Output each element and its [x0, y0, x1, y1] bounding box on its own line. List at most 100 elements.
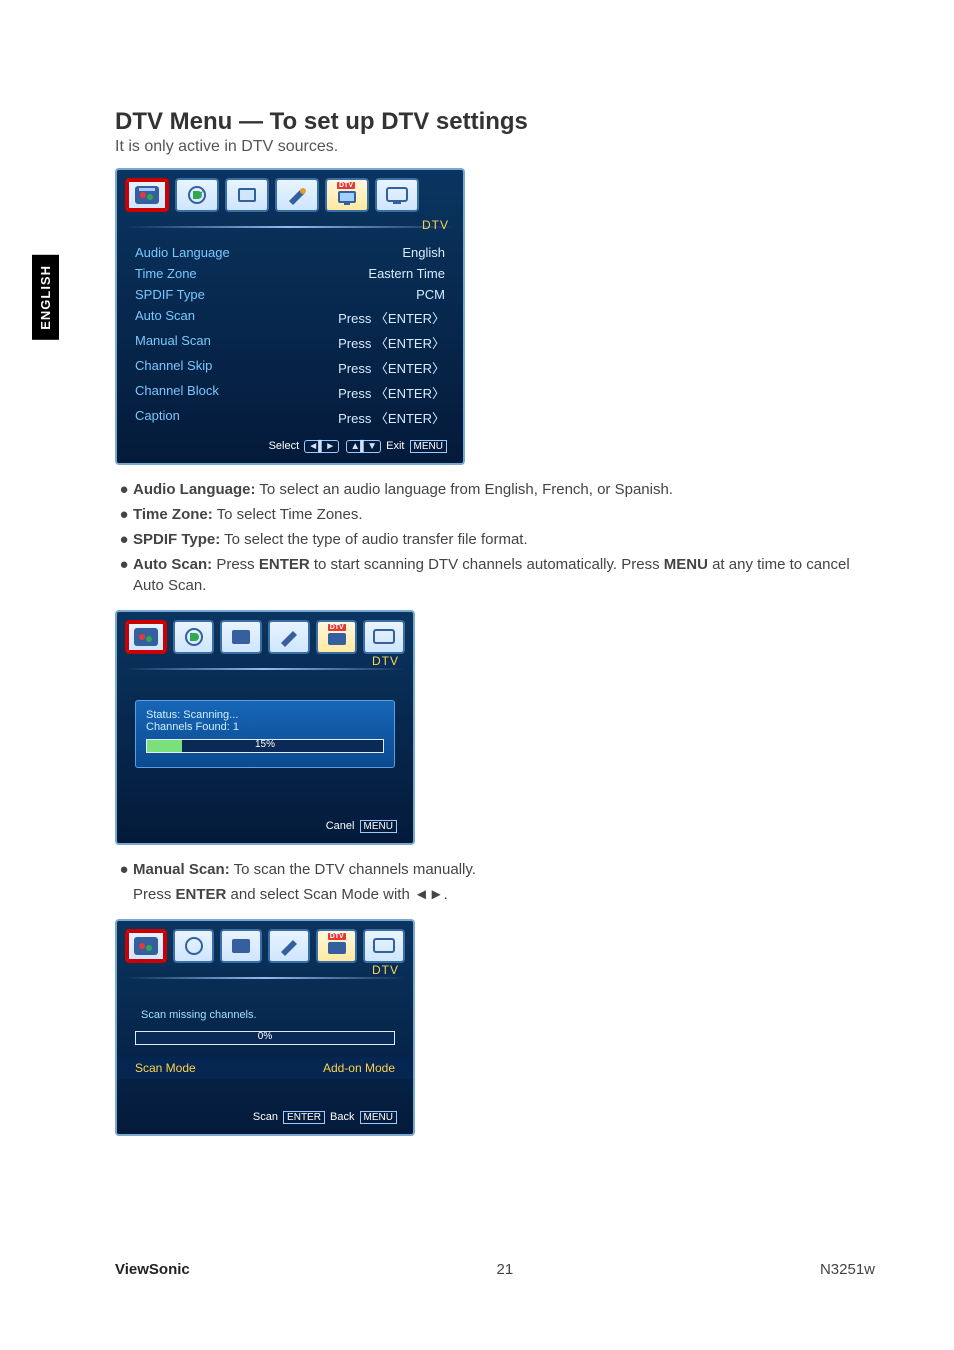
footer-enter-box: ENTER [283, 1111, 325, 1124]
osd-auto-scan: DTV DTV Status: Scanning... Channels Fou… [115, 610, 415, 845]
footer-page-number: 21 [497, 1261, 514, 1278]
dtv-badge: DTV [337, 182, 355, 189]
svg-text:♪: ♪ [200, 186, 204, 195]
osd-divider [117, 216, 463, 236]
bullet-manual-scan-line2: Press ENTER and select Scan Mode with ◄►… [133, 884, 875, 905]
footer-cancel-label: Canel [326, 820, 355, 832]
tab-picture[interactable] [125, 178, 169, 212]
row-caption[interactable]: Caption Press 〈ENTER〉 [135, 405, 445, 430]
tab-audio[interactable] [173, 620, 215, 654]
scan-progress: 15% [146, 739, 384, 753]
osd-dtv-menu: ♪ DTV DTV Audio LanguageEnglish Time Zon… [115, 168, 465, 465]
progress-percent: 15% [255, 739, 275, 750]
label: Auto Scan [135, 308, 195, 327]
label: Caption [135, 408, 180, 427]
osd-tabbar: ♪ DTV [117, 170, 463, 216]
label: Channel Skip [135, 358, 212, 377]
footer-exit-label: Exit [386, 440, 404, 452]
tab-pc[interactable] [363, 929, 405, 963]
value: Press 〈ENTER〉 [338, 308, 445, 327]
tab-dtv[interactable]: DTV [316, 620, 358, 654]
osd-footer: Canel MENU [117, 816, 413, 837]
scan-mode-value: Add-on Mode [323, 1061, 413, 1075]
auto-scan-area: Status: Scanning... Channels Found: 1 15… [117, 678, 413, 776]
osd-divider [117, 967, 413, 987]
tab-screen[interactable] [220, 929, 262, 963]
dtv-badge: DTV [328, 624, 346, 631]
tab-pc[interactable] [375, 178, 419, 212]
row-spdif-type[interactable]: SPDIF TypePCM [135, 284, 445, 305]
page-title: DTV Menu — To set up DTV settings [115, 108, 875, 136]
value: Press 〈ENTER〉 [338, 358, 445, 377]
tab-picture[interactable] [125, 929, 167, 963]
footer-select-label: Select [269, 440, 300, 452]
osd-footer: Scan ENTER Back MENU [117, 1107, 413, 1128]
picture-icon [132, 625, 160, 649]
tab-dtv[interactable]: DTV [325, 178, 369, 212]
scan-progress: 0% [135, 1031, 395, 1045]
picture-icon [132, 934, 160, 958]
page-subtitle: It is only active in DTV sources. [115, 138, 875, 156]
row-time-zone[interactable]: Time ZoneEastern Time [135, 263, 445, 284]
value: Press 〈ENTER〉 [338, 333, 445, 352]
row-auto-scan[interactable]: Auto Scan Press 〈ENTER〉 [135, 305, 445, 330]
tab-setup[interactable] [268, 620, 310, 654]
bullet-auto-scan: ●Auto Scan: Press ENTER to start scannin… [115, 554, 875, 596]
bullet-manual-scan: ●Manual Scan: To scan the DTV channels m… [115, 859, 875, 880]
audio-icon: ♪ [183, 183, 211, 207]
pc-icon [370, 625, 398, 649]
scan-mode-label: Scan Mode [117, 1061, 196, 1075]
tab-dtv[interactable]: DTV [316, 929, 358, 963]
scan-status: Status: Scanning... [146, 709, 384, 721]
scan-message: Scan missing channels. [135, 1009, 395, 1021]
setup-icon [275, 934, 303, 958]
scan-mode-row[interactable]: Scan Mode Add-on Mode [117, 1057, 413, 1079]
setup-icon [283, 183, 311, 207]
footer-brand: ViewSonic [115, 1261, 190, 1278]
tab-audio[interactable]: ♪ [175, 178, 219, 212]
row-channel-block[interactable]: Channel BlockPress 〈ENTER〉 [135, 380, 445, 405]
audio-icon [180, 934, 208, 958]
pc-icon [370, 934, 398, 958]
footer-menu-box: MENU [360, 1111, 397, 1124]
bullet-spdif-type: ●SPDIF Type: To select the type of audio… [115, 529, 875, 550]
progress-percent: 0% [258, 1031, 272, 1042]
footer-back-label: Back [330, 1111, 354, 1123]
footer-menu-box: MENU [360, 820, 397, 833]
page-content: DTV Menu — To set up DTV settings It is … [115, 108, 875, 1150]
language-side-tab: ENGLISH [32, 255, 59, 340]
bullet-audio-language: ●Audio Language: To select an audio lang… [115, 479, 875, 500]
osd-tabbar: DTV [117, 612, 413, 658]
value: Press 〈ENTER〉 [338, 408, 445, 427]
row-manual-scan[interactable]: Manual Scan Press 〈ENTER〉 [135, 330, 445, 355]
tab-picture[interactable] [125, 620, 167, 654]
osd-tabbar: DTV [117, 921, 413, 967]
footer-model: N3251w [820, 1261, 875, 1278]
tab-screen[interactable] [220, 620, 262, 654]
row-channel-skip[interactable]: Channel Skip Press 〈ENTER〉 [135, 355, 445, 380]
manual-scan-area: Scan missing channels. 0% Scan Mode Add-… [117, 987, 413, 1087]
label: Manual Scan [135, 333, 211, 352]
dtv-badge: DTV [328, 933, 346, 940]
tab-audio[interactable] [173, 929, 215, 963]
nav-updown-icon: ▲▌▼ [346, 440, 381, 453]
label: Audio Language [135, 245, 230, 260]
osd-settings-rows: Audio LanguageEnglish Time ZoneEastern T… [117, 236, 463, 436]
footer-menu-box: MENU [410, 440, 447, 453]
bullets-group-1: ●Audio Language: To select an audio lang… [115, 479, 875, 596]
osd-footer: Select ◄▌► ▲▌▼ Exit MENU [117, 436, 463, 457]
tab-setup[interactable] [275, 178, 319, 212]
screen-icon [227, 934, 255, 958]
setup-icon [275, 625, 303, 649]
bullets-group-2: ●Manual Scan: To scan the DTV channels m… [115, 859, 875, 905]
row-audio-language[interactable]: Audio LanguageEnglish [135, 242, 445, 263]
bullet-time-zone: ●Time Zone: To select Time Zones. [115, 504, 875, 525]
nav-arrows-icon: ◄▌► [304, 440, 339, 453]
value: Eastern Time [368, 266, 445, 281]
tab-setup[interactable] [268, 929, 310, 963]
value: Press 〈ENTER〉 [338, 383, 445, 402]
progress-fill [147, 740, 182, 752]
label: SPDIF Type [135, 287, 205, 302]
tab-pc[interactable] [363, 620, 405, 654]
tab-screen[interactable] [225, 178, 269, 212]
